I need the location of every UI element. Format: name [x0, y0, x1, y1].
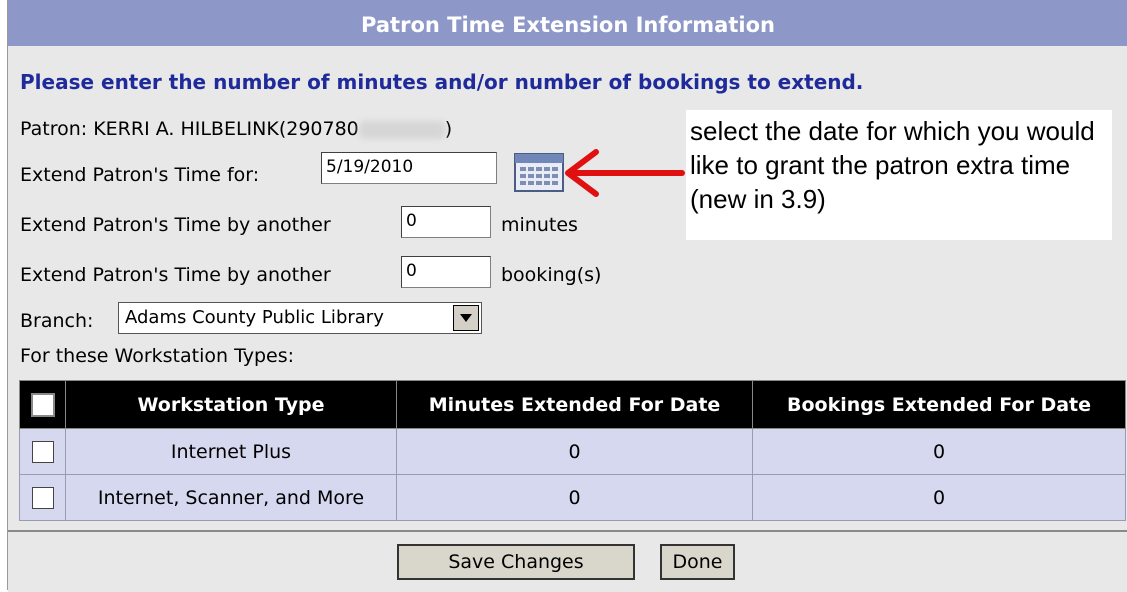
- minutes-input[interactable]: 0: [401, 206, 491, 238]
- column-header-minutes: Minutes Extended For Date: [396, 380, 753, 429]
- patron-info: Patron: KERRI A. HILBELINK(290780): [20, 118, 452, 140]
- button-bar: Save Changes Done: [8, 530, 1127, 592]
- done-button[interactable]: Done: [660, 544, 735, 580]
- calendar-icon[interactable]: [514, 151, 566, 193]
- patron-suffix: ): [444, 118, 453, 140]
- cell-minutes: 0: [396, 474, 753, 521]
- date-input[interactable]: 5/19/2010: [321, 152, 497, 184]
- cell-workstation-type: Internet, Scanner, and More: [65, 474, 397, 521]
- row-checkbox-cell: [19, 474, 66, 521]
- select-all-cell: [19, 380, 66, 429]
- cell-minutes: 0: [396, 428, 753, 475]
- column-header-bookings: Bookings Extended For Date: [752, 380, 1126, 429]
- select-all-checkbox[interactable]: [30, 392, 55, 417]
- cell-bookings: 0: [752, 428, 1126, 475]
- table-row: Internet Plus 0 0: [19, 428, 1126, 475]
- bookings-input[interactable]: 0: [401, 256, 491, 288]
- table-header-row: Workstation Type Minutes Extended For Da…: [19, 380, 1126, 429]
- row-checkbox-cell: [19, 428, 66, 475]
- dialog-title: Patron Time Extension Information: [8, 0, 1127, 46]
- branch-label: Branch:: [20, 310, 94, 332]
- dialog-panel: Patron Time Extension Information Please…: [7, 0, 1127, 592]
- row-checkbox[interactable]: [31, 486, 54, 509]
- branch-selected-value: Adams County Public Library: [125, 307, 384, 328]
- cell-workstation-type: Internet Plus: [65, 428, 397, 475]
- row-checkbox[interactable]: [31, 440, 54, 463]
- extend-minutes-label: Extend Patron's Time by another: [20, 214, 331, 236]
- workstation-types-label: For these Workstation Types:: [20, 345, 295, 367]
- extend-for-label: Extend Patron's Time for:: [20, 164, 260, 186]
- bookings-unit: booking(s): [501, 264, 602, 286]
- workstation-table: Workstation Type Minutes Extended For Da…: [19, 380, 1126, 521]
- chevron-down-icon[interactable]: [453, 305, 479, 331]
- column-header-type: Workstation Type: [65, 380, 397, 429]
- red-arrow-annotation: [565, 149, 685, 197]
- instruction-text: Please enter the number of minutes and/o…: [20, 70, 864, 94]
- minutes-unit: minutes: [501, 214, 578, 236]
- annotation-note: select the date for which you would like…: [686, 110, 1112, 240]
- cell-bookings: 0: [752, 474, 1126, 521]
- patron-label: Patron: KERRI A. HILBELINK(290780: [20, 118, 359, 140]
- branch-select[interactable]: Adams County Public Library: [118, 302, 482, 334]
- save-changes-button[interactable]: Save Changes: [397, 544, 635, 580]
- table-row: Internet, Scanner, and More 0 0: [19, 474, 1126, 521]
- extend-bookings-label: Extend Patron's Time by another: [20, 264, 331, 286]
- redacted-blur: [358, 120, 445, 139]
